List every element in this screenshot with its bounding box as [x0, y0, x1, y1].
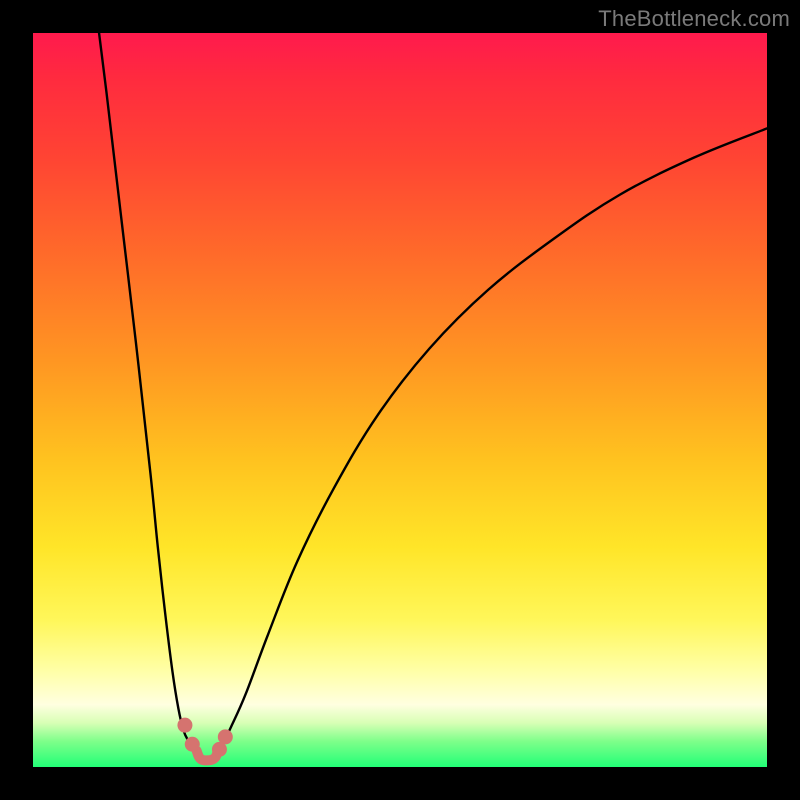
left-dot-upper	[177, 718, 192, 733]
watermark-text: TheBottleneck.com	[598, 6, 790, 32]
chart-frame: TheBottleneck.com	[0, 0, 800, 800]
plot-area	[33, 33, 767, 767]
right-curve	[218, 128, 767, 750]
left-curve	[99, 33, 197, 751]
curve-layer	[33, 33, 767, 767]
left-dot-lower	[185, 737, 200, 752]
right-dot-lower	[212, 742, 227, 757]
